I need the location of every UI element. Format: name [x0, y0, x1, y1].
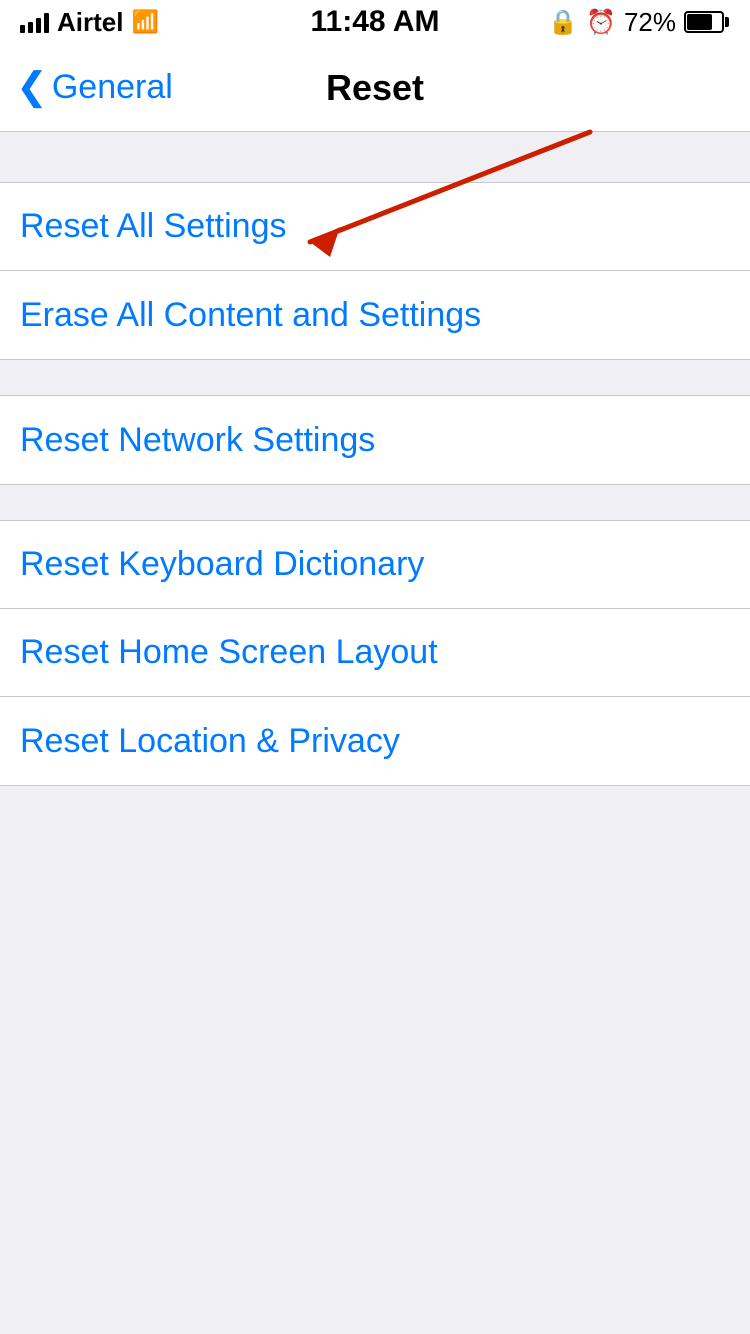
section-gap-top: [0, 132, 750, 182]
page-title: Reset: [326, 67, 424, 109]
reset-keyboard-item[interactable]: Reset Keyboard Dictionary: [0, 521, 750, 609]
reset-network-label: Reset Network Settings: [20, 421, 375, 460]
page-background: [0, 786, 750, 1186]
clock: 11:48 AM: [311, 5, 440, 39]
erase-all-label: Erase All Content and Settings: [20, 296, 481, 335]
reset-network-item[interactable]: Reset Network Settings: [0, 396, 750, 484]
battery-percent: 72%: [624, 7, 676, 38]
menu-group-3: Reset Keyboard Dictionary Reset Home Scr…: [0, 520, 750, 786]
section-gap-3: [0, 485, 750, 520]
reset-all-settings-label: Reset All Settings: [20, 207, 286, 246]
status-right: 🔒 ⏰ 72%: [548, 7, 730, 38]
battery-icon: [684, 10, 730, 34]
status-bar: Airtel 📶 11:48 AM 🔒 ⏰ 72%: [0, 0, 750, 44]
reset-home-screen-item[interactable]: Reset Home Screen Layout: [0, 609, 750, 697]
lock-icon: 🔒: [548, 8, 578, 37]
reset-keyboard-label: Reset Keyboard Dictionary: [20, 545, 424, 584]
chevron-left-icon: ❮: [16, 68, 48, 106]
menu-group-2: Reset Network Settings: [0, 395, 750, 485]
navigation-bar: ❮ General Reset: [0, 44, 750, 132]
status-left: Airtel 📶: [20, 7, 159, 38]
section-gap-2: [0, 360, 750, 395]
wifi-icon: 📶: [131, 9, 158, 35]
erase-all-item[interactable]: Erase All Content and Settings: [0, 271, 750, 359]
signal-icon: [20, 11, 49, 33]
reset-home-screen-label: Reset Home Screen Layout: [20, 633, 438, 672]
reset-all-settings-item[interactable]: Reset All Settings: [0, 183, 750, 271]
reset-location-item[interactable]: Reset Location & Privacy: [0, 697, 750, 785]
alarm-icon: ⏰: [586, 8, 616, 37]
reset-location-label: Reset Location & Privacy: [20, 722, 400, 761]
back-button[interactable]: ❮ General: [16, 68, 173, 107]
carrier-label: Airtel: [57, 7, 123, 38]
menu-group-1: Reset All Settings Erase All Content and…: [0, 182, 750, 360]
back-label: General: [52, 68, 173, 107]
